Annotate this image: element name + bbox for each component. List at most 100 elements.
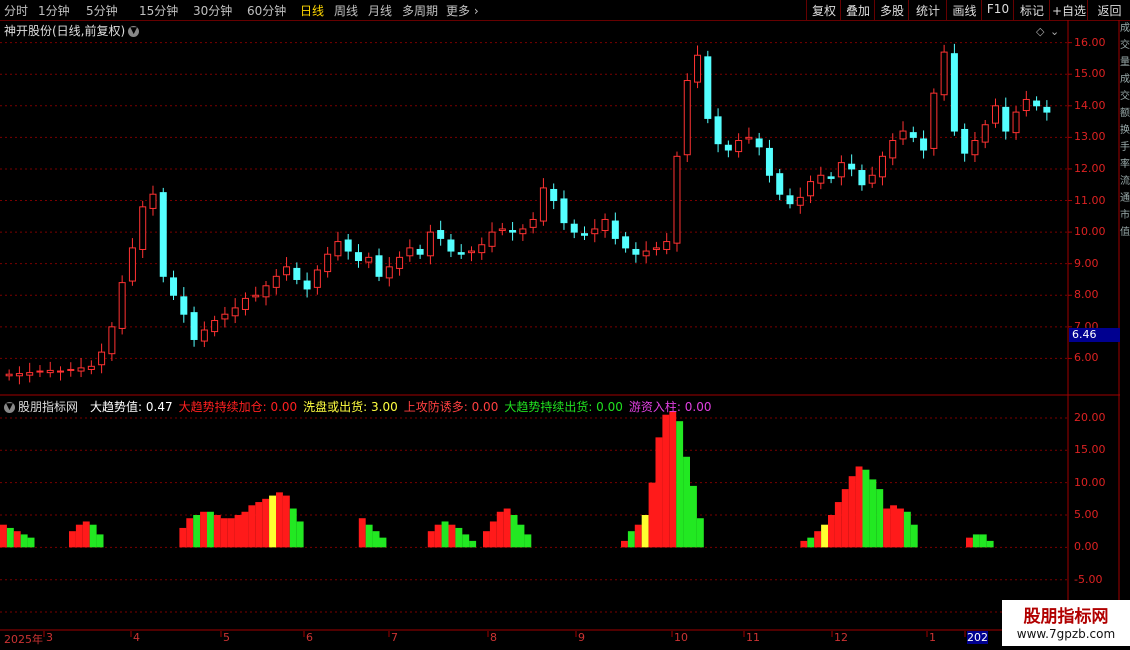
ind-tick-label-5: -5.00 — [1074, 572, 1103, 586]
kline-chart[interactable]: ◇ ⌄ — [0, 0, 1130, 650]
candle-body-62 — [642, 250, 650, 257]
candle-body-94 — [971, 140, 979, 156]
date-label-11: 1 — [929, 631, 936, 644]
candle-body-60 — [622, 236, 630, 249]
ind-bar-7-7 — [848, 476, 856, 548]
candle-body-87 — [899, 130, 907, 140]
date-axis: 2025年 3 4 5 6 7 8 9 10 11 12 1 202 — [0, 631, 1068, 646]
date-label-9: 11 — [746, 631, 760, 644]
candle-body-82 — [848, 163, 856, 170]
indicator-item-3: 上攻防诱多: 0.00 — [403, 400, 499, 414]
price-tick-label-2: 14.00 — [1074, 98, 1106, 112]
candle-body-8 — [87, 365, 95, 370]
ind-bar-7-10 — [869, 479, 877, 548]
candle-body-40 — [416, 248, 424, 255]
candle-body-16 — [170, 277, 178, 296]
ind-bar-1-2 — [82, 521, 90, 548]
candle-body-69 — [714, 116, 722, 145]
candle-body-77 — [796, 196, 804, 206]
candle-body-39 — [406, 247, 414, 257]
current-price-tag: 6.46 — [1069, 328, 1120, 342]
candle-body-48 — [498, 228, 506, 232]
ind-tick-label-3: 5.00 — [1074, 508, 1099, 521]
ind-bar-1-3 — [89, 524, 97, 548]
candle-body-96 — [991, 105, 999, 124]
ind-bar-4-6 — [469, 540, 477, 548]
candle-body-80 — [827, 176, 835, 179]
date-label-10: 12 — [834, 631, 848, 644]
ind-tick-label-0: 20.00 — [1074, 410, 1106, 424]
candle-body-24 — [252, 294, 260, 298]
ind-bar-8-1 — [972, 534, 980, 548]
ind-bar-2-16 — [289, 508, 297, 548]
ind-bar-2-17 — [296, 521, 304, 548]
ind-bar-8-3 — [986, 540, 994, 548]
ind-bar-2-10 — [248, 505, 256, 548]
candle-body-70 — [724, 144, 732, 151]
ind-bar-6-11 — [696, 518, 704, 548]
candle-body-71 — [735, 140, 743, 153]
ind-bar-7-1 — [807, 537, 815, 548]
price-tick-label-10: 6.00 — [1074, 351, 1099, 365]
candle-body-10 — [108, 326, 116, 355]
candle-body-50 — [519, 228, 527, 235]
candle-body-29 — [303, 280, 311, 290]
ind-bar-5-1 — [489, 521, 497, 548]
candle-body-75 — [776, 173, 784, 195]
candle-body-76 — [786, 195, 794, 205]
watermark-title: 股朋指标网 — [1023, 607, 1109, 627]
candle-body-73 — [755, 138, 763, 148]
candle-body-4 — [46, 369, 54, 374]
candle-body-7 — [77, 367, 85, 372]
candle-body-56 — [581, 233, 589, 236]
candle-body-78 — [807, 181, 815, 197]
ind-bar-6-7 — [669, 411, 677, 548]
price-tick-label-5: 11.00 — [1074, 193, 1106, 207]
date-label-6: 8 — [490, 631, 497, 644]
candle-body-91 — [940, 51, 948, 96]
candle-body-44 — [457, 252, 465, 255]
ind-bar-2-15 — [282, 495, 290, 548]
candle-body-0 — [5, 373, 13, 377]
candle-body-36 — [375, 255, 383, 277]
candle-body-57 — [591, 228, 599, 235]
right-side-panel[interactable]: 成交量成交额换手率流通市值 — [1120, 20, 1130, 630]
date-label-4: 6 — [306, 631, 313, 644]
candle-body-59 — [611, 220, 619, 239]
indicator-name[interactable]: ▼ 股朋指标网 — [4, 400, 84, 414]
ind-bar-6-6 — [662, 414, 670, 548]
ind-bar-3-0 — [358, 518, 366, 548]
candle-body-11 — [118, 282, 126, 329]
candle-body-21 — [221, 313, 229, 320]
ind-bar-2-1 — [186, 518, 194, 548]
candle-body-79 — [817, 174, 825, 184]
ind-bar-5-3 — [503, 508, 511, 548]
ind-bar-2-7 — [227, 518, 235, 548]
candle-body-83 — [858, 170, 866, 186]
candle-body-49 — [509, 230, 517, 233]
indicator-item-5: 游资入柱: 0.00 — [628, 400, 712, 414]
candle-body-27 — [283, 266, 291, 276]
ind-tick-label-1: 15.00 — [1074, 443, 1106, 457]
ind-bar-5-5 — [517, 524, 525, 548]
candle-body-54 — [560, 198, 568, 224]
ind-bar-4-5 — [462, 534, 470, 548]
indicator-item-1: 大趋势持续加仓: 0.00 — [178, 400, 298, 414]
chevron-down-icon: ⌄ — [1050, 25, 1059, 38]
ind-bar-2-8 — [234, 515, 242, 548]
ind-bar-7-15 — [903, 511, 911, 548]
ind-bar-1-1 — [75, 524, 83, 548]
candle-body-12 — [128, 247, 136, 282]
candle-body-3 — [36, 370, 44, 373]
ind-bar-7-9 — [862, 469, 870, 548]
candle-body-1 — [15, 373, 23, 377]
ind-bar-6-10 — [690, 485, 697, 548]
candle-body-46 — [478, 244, 486, 254]
candle-body-43 — [447, 239, 455, 252]
ind-bar-7-16 — [910, 524, 918, 548]
candle-body-31 — [324, 253, 332, 273]
date-label-3: 5 — [223, 631, 230, 644]
date-label-7: 9 — [578, 631, 585, 644]
candle-body-84 — [868, 174, 876, 184]
price-tick-label-8: 8.00 — [1074, 288, 1099, 302]
